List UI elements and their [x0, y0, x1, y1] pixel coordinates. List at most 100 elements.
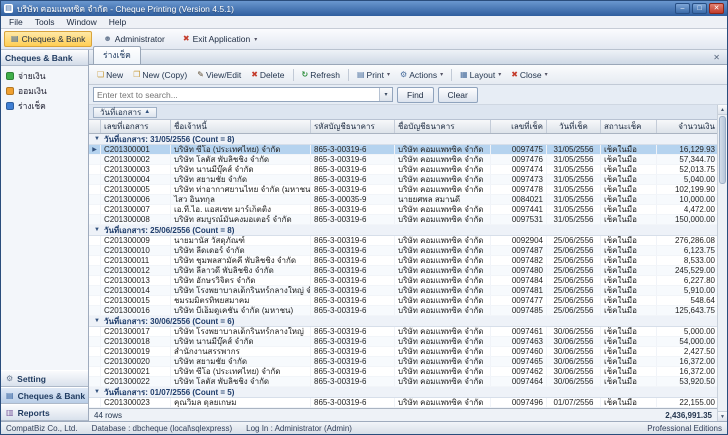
sidebar-item-1[interactable]: จ่ายเงิน: [1, 68, 88, 83]
group-header-row[interactable]: ▼วันที่เอกสาร: 31/05/2556 (Count = 8): [89, 134, 717, 145]
table-row[interactable]: C201300010บริษัท ลีดเดอร์ จำกัด865-3-003…: [89, 246, 717, 256]
table-row[interactable]: C201300017บริษัท โรงพยาบาลเด็กรินทร์กลาง…: [89, 327, 717, 337]
menu-tools[interactable]: Tools: [29, 17, 61, 27]
new-copy-button[interactable]: ❐New (Copy): [129, 69, 191, 81]
table-row[interactable]: C201300005บริษัท ท่าอากาศยานไทย จำกัด (ม…: [89, 185, 717, 195]
cell: บริษัท อักษรวิจิตร จำกัด: [171, 276, 311, 285]
group-header-label: วันที่เอกสาร: 01/07/2556 (Count = 5): [104, 387, 234, 398]
cell: 0097478: [491, 185, 547, 194]
column-header-8[interactable]: จำนวนเงิน: [657, 120, 717, 133]
cell: 30/06/2556: [547, 337, 601, 346]
column-header-3[interactable]: รหัสบัญชีธนาคาร: [311, 120, 395, 133]
scroll-up-icon[interactable]: ▲: [718, 105, 727, 115]
actions-button[interactable]: ⚙Actions▾: [396, 69, 447, 81]
column-header-5[interactable]: เลขที่เช็ค: [491, 120, 547, 133]
print-button[interactable]: ▤Print▾: [353, 69, 394, 81]
group-header-row[interactable]: ▼วันที่เอกสาร: 01/07/2556 (Count = 5): [89, 387, 717, 398]
layout-button[interactable]: ▦Layout▾: [456, 69, 505, 81]
cell: ไสว อินทกุล: [171, 195, 311, 204]
table-row[interactable]: C201300022บริษัท โลตัส พับลิชชิ่ง จำกัด8…: [89, 377, 717, 387]
cell: 10,000.00: [657, 195, 717, 204]
menu-window[interactable]: Window: [61, 17, 103, 27]
sidebar-item-2[interactable]: ออมเงิน: [1, 83, 88, 98]
content-area: Cheques & Bank จ่ายเงินออมเงินร่างเช็ค ⚙…: [1, 50, 727, 421]
group-header-row[interactable]: ▼วันที่เอกสาร: 30/06/2556 (Count = 6): [89, 316, 717, 327]
tab-strip: ร่างเช็ค ✕: [89, 50, 727, 65]
cell: 0092904: [491, 236, 547, 245]
cell: 2,427.50: [657, 347, 717, 356]
close-button[interactable]: ✕: [709, 3, 724, 14]
cheques-bank-button[interactable]: ▤Cheques & Bank: [4, 31, 92, 47]
cell: บริษัท คอมแพทซิค จำกัด: [395, 205, 491, 214]
column-header-4[interactable]: ชื่อบัญชีธนาคาร: [395, 120, 491, 133]
cell: บริษัท คอมแพทซิค จำกัด: [395, 276, 491, 285]
cell: บริษัท คอมแพทซิค จำกัด: [395, 256, 491, 265]
cell: 865-3-00319-6: [311, 398, 395, 407]
table-row[interactable]: C201300014บริษัท โรงพยาบาลเด็กรินทร์กลาง…: [89, 286, 717, 296]
table-row[interactable]: C201300003บริษัท นานมีบุ๊คส์ จำกัด865-3-…: [89, 165, 717, 175]
column-header-7[interactable]: สถานะเช็ค: [601, 120, 657, 133]
clear-button[interactable]: Clear: [438, 87, 478, 103]
table-row[interactable]: C201300012บริษัท ลีลาวดี พับลิชชิ่ง จำกั…: [89, 266, 717, 276]
administrator-button[interactable]: ☻Administrator: [96, 31, 172, 47]
cell: 102,199.90: [657, 185, 717, 194]
print-icon: ▤: [357, 71, 365, 79]
find-button[interactable]: Find: [397, 87, 434, 103]
table-row[interactable]: C201300023คุณวิมล ดุลยเกษม865-3-00319-6บ…: [89, 398, 717, 408]
table-row[interactable]: C201300015ชมรมมิตรทิพยสมาคม865-3-00319-6…: [89, 296, 717, 306]
table-row[interactable]: C201300007เอ.ที.ไอ. แอสเซท มาร์เก็ตติ้ง8…: [89, 205, 717, 215]
refresh-button[interactable]: ↻Refresh: [298, 69, 344, 81]
minimize-button[interactable]: –: [675, 3, 690, 14]
maximize-button[interactable]: □: [692, 3, 707, 14]
exit-application-button[interactable]: ✖Exit Application▾: [176, 31, 264, 47]
sidebar-section-reports[interactable]: ▥Reports: [1, 404, 88, 421]
table-row[interactable]: C201300011บริษัท ชุมพลสามัคคี พับลิชชิ่ง…: [89, 256, 717, 266]
table-row[interactable]: ▶C201300001บริษัท ซีโอ (ประเทศไทย) จำกัด…: [89, 145, 717, 155]
cheque-icon: ▤: [11, 35, 19, 43]
tab-draft-cheque[interactable]: ร่างเช็ค: [93, 46, 141, 64]
table-row[interactable]: C201300006ไสว อินทกุล865-3-00035-9นายยศพ…: [89, 195, 717, 205]
cell: 865-3-00319-6: [311, 155, 395, 164]
cell: บริษัท คอมแพทซิค จำกัด: [395, 165, 491, 174]
table-row[interactable]: C201300019สำนักงานสรรพากร865-3-00319-6บร…: [89, 347, 717, 357]
table-row[interactable]: C201300009นายมานัส วัสดุภัณฑ์865-3-00319…: [89, 236, 717, 246]
menu-help[interactable]: Help: [103, 17, 132, 27]
table-row[interactable]: C201300021บริษัท ซีโอ (ประเทศไทย) จำกัด8…: [89, 367, 717, 377]
table-row[interactable]: C201300004บริษัท สยามชัย จำกัด865-3-0031…: [89, 175, 717, 185]
menu-file[interactable]: File: [3, 17, 29, 27]
table-row[interactable]: C201300020บริษัท สยามชัย จำกัด865-3-0031…: [89, 357, 717, 367]
table-row[interactable]: C201300018บริษัท นานมีบุ๊คส์ จำกัด865-3-…: [89, 337, 717, 347]
new-button[interactable]: ❏New: [93, 69, 127, 81]
table-row[interactable]: C201300013บริษัท อักษรวิจิตร จำกัด865-3-…: [89, 276, 717, 286]
sidebar-section-label: Reports: [18, 408, 50, 418]
view-edit-button[interactable]: ✎View/Edit: [193, 69, 245, 81]
scrollbar-thumb[interactable]: [719, 116, 726, 184]
cell: บริษัท คอมแพทซิค จำกัด: [395, 266, 491, 275]
cheque-icon: ▤: [6, 392, 14, 400]
vertical-scrollbar[interactable]: ▲ ▼: [717, 105, 727, 421]
cell: 31/05/2556: [547, 215, 601, 224]
close-button[interactable]: ✖Close▾: [507, 69, 551, 81]
column-header-1[interactable]: เลขที่เอกสาร: [101, 120, 171, 133]
sidebar-section-cheques-bank[interactable]: ▤Cheques & Bank: [1, 387, 88, 404]
search-dropdown-icon[interactable]: ▾: [379, 88, 392, 101]
cell: C201300008: [101, 215, 171, 224]
close-tab-icon[interactable]: ✕: [710, 53, 723, 64]
search-input[interactable]: [94, 90, 379, 100]
sidebar-section-setting[interactable]: ⚙Setting: [1, 370, 88, 387]
column-header-6[interactable]: วันที่เช็ค: [547, 120, 601, 133]
scroll-down-icon[interactable]: ▼: [718, 411, 727, 421]
table-row[interactable]: C201300008บริษัท สมบูรณ์มั่นคงมอเตอร์ จำ…: [89, 215, 717, 225]
table-row[interactable]: C201300002บริษัท โลตัส พับลิชชิ่ง จำกัด8…: [89, 155, 717, 165]
sidebar-item-3[interactable]: ร่างเช็ค: [1, 98, 88, 113]
column-header-2[interactable]: ชื่อเจ้าหนี้: [171, 120, 311, 133]
cell: นายยศพล สมานดี: [395, 195, 491, 204]
sidebar: Cheques & Bank จ่ายเงินออมเงินร่างเช็ค ⚙…: [1, 50, 89, 421]
group-by-chip[interactable]: วันที่เอกสาร ▲: [93, 107, 157, 118]
toolbar-button-label: New: [106, 70, 123, 80]
cell: C201300013: [101, 276, 171, 285]
delete-button[interactable]: ✖Delete: [247, 69, 288, 81]
cell: 865-3-00319-6: [311, 165, 395, 174]
table-row[interactable]: C201300016บริษัท บีเอ็มดูเคชั่น จำกัด (ม…: [89, 306, 717, 316]
group-header-row[interactable]: ▼วันที่เอกสาร: 25/06/2556 (Count = 8): [89, 225, 717, 236]
